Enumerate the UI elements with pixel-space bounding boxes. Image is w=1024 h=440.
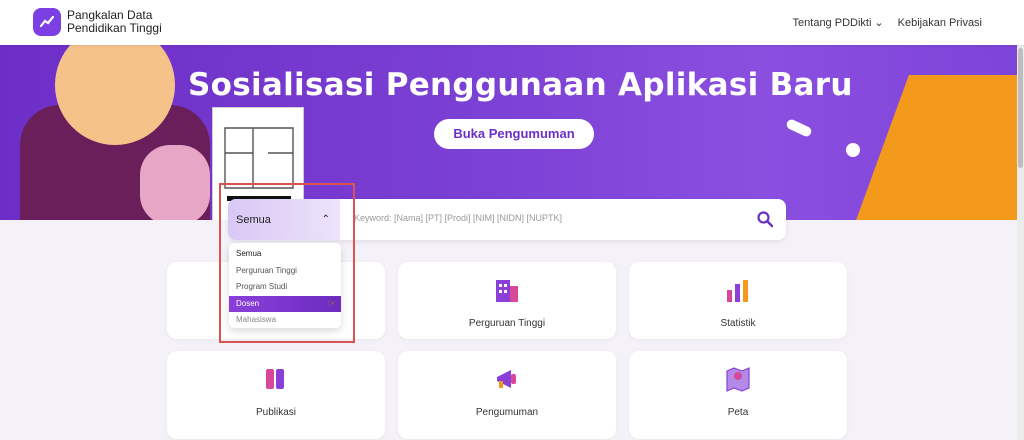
bar-chart-icon bbox=[727, 280, 748, 302]
category-dropdown: Semua Perguruan Tinggi Program Studi Dos… bbox=[229, 243, 341, 328]
hero-illustration-arm bbox=[140, 145, 210, 220]
megaphone-icon bbox=[497, 370, 516, 388]
brand-logo[interactable]: Pangkalan Data Pendidikan Tinggi bbox=[33, 8, 162, 36]
hero-orange-shape bbox=[847, 75, 1017, 220]
card-label: Pengumuman bbox=[475, 407, 539, 418]
search-icon[interactable] bbox=[756, 210, 774, 228]
hero-banner: Sosialisasi Penggunaan Aplikasi Baru Buk… bbox=[0, 45, 1017, 220]
brand-name: Pangkalan Data Pendidikan Tinggi bbox=[67, 9, 162, 35]
card-label: Perguruan Tinggi bbox=[468, 318, 546, 329]
dropdown-option-semua[interactable]: Semua bbox=[229, 246, 341, 263]
top-header: Pangkalan Data Pendidikan Tinggi Tentang… bbox=[0, 0, 1024, 45]
card-peta[interactable]: Peta bbox=[629, 351, 847, 439]
card-publikasi[interactable]: Publikasi bbox=[167, 351, 385, 439]
hero-decoration bbox=[846, 143, 860, 157]
nav-privacy-label: Kebijakan Privasi bbox=[897, 16, 982, 29]
book-icon bbox=[266, 369, 284, 389]
nav-privacy[interactable]: Kebijakan Privasi bbox=[898, 16, 982, 29]
selected-category: Semua bbox=[236, 213, 271, 226]
dropdown-option-program-studi[interactable]: Program Studi bbox=[229, 279, 341, 296]
open-announcement-button[interactable]: Buka Pengumuman bbox=[434, 119, 594, 149]
nav-about[interactable]: Tentang PDDikti ⌄ bbox=[792, 16, 884, 30]
chevron-down-icon: ⌄ bbox=[874, 17, 884, 29]
card-pengumuman[interactable]: Pengumuman bbox=[398, 351, 616, 439]
hand-cursor-icon: ☞ bbox=[327, 298, 337, 310]
search-category-select[interactable]: Semua ⌃ bbox=[228, 199, 340, 240]
hero-title: Sosialisasi Penggunaan Aplikasi Baru bbox=[188, 67, 853, 103]
dropdown-option-dosen[interactable]: Dosen bbox=[229, 295, 341, 312]
search-bar: Semua ⌃ Keyword: [Nama] [PT] [Prodi] [NI… bbox=[228, 199, 786, 240]
scrollbar-thumb[interactable] bbox=[1018, 48, 1023, 168]
brand-line2: Pendidikan Tinggi bbox=[67, 21, 162, 35]
page-scrollbar[interactable] bbox=[1017, 0, 1024, 440]
card-label: Publikasi bbox=[255, 407, 297, 418]
nav-about-label: Tentang PDDikti bbox=[792, 16, 872, 29]
card-perguruan-tinggi[interactable]: Perguruan Tinggi bbox=[398, 262, 616, 339]
hero-decoration bbox=[785, 117, 813, 139]
dropdown-option-perguruan-tinggi[interactable]: Perguruan Tinggi bbox=[229, 263, 341, 280]
card-label: Peta bbox=[727, 407, 749, 418]
logo-icon bbox=[33, 8, 61, 36]
building-icon bbox=[496, 280, 518, 302]
map-icon bbox=[726, 367, 750, 392]
search-input[interactable]: Keyword: [Nama] [PT] [Prodi] [NIM] [NIDN… bbox=[354, 213, 562, 223]
card-statistik[interactable]: Statistik bbox=[629, 262, 847, 339]
chevron-up-icon: ⌃ bbox=[321, 214, 330, 225]
card-label: Statistik bbox=[720, 318, 756, 329]
top-nav: Tentang PDDikti ⌄ Kebijakan Privasi bbox=[792, 16, 982, 30]
dropdown-option-mahasiswa[interactable]: Mahasiswa bbox=[229, 312, 341, 329]
